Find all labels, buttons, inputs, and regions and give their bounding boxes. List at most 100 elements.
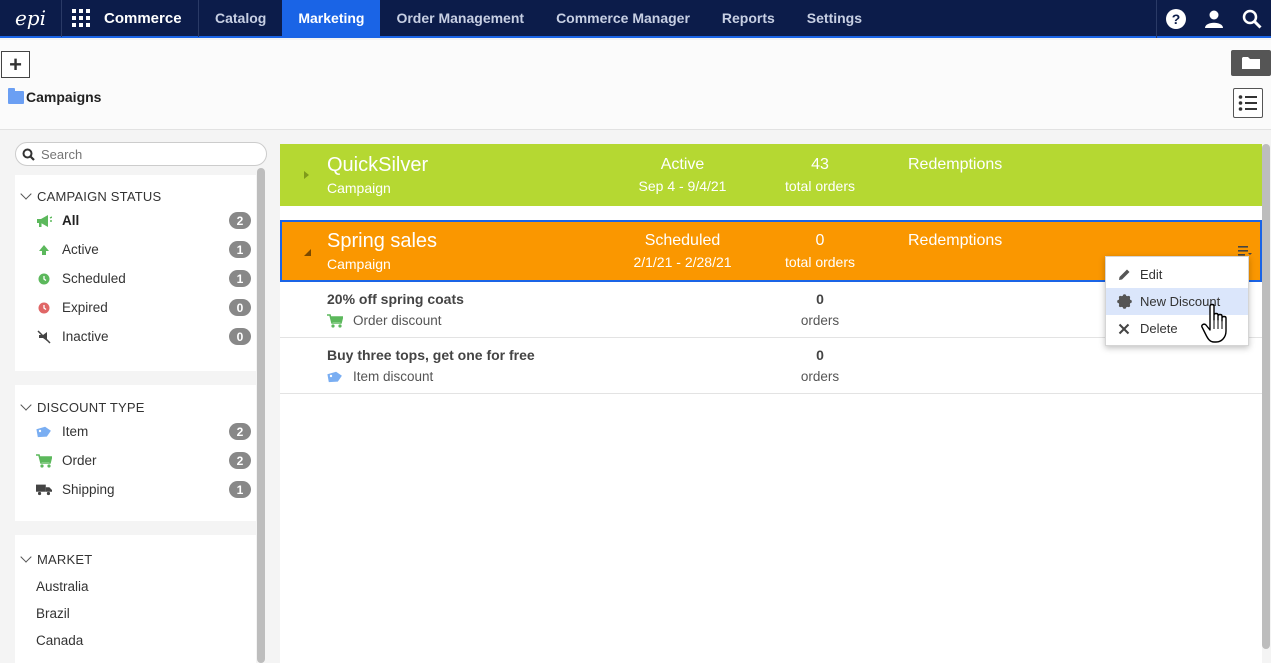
folder-icon bbox=[1242, 57, 1260, 69]
filter-market-canada[interactable]: Canada bbox=[15, 627, 256, 654]
truck-icon bbox=[36, 482, 52, 498]
search-icon bbox=[22, 148, 35, 161]
chevron-down-icon bbox=[20, 551, 32, 563]
menu-item-label: Edit bbox=[1140, 267, 1163, 282]
cart-icon bbox=[327, 313, 343, 328]
campaign-name[interactable]: QuickSilver bbox=[327, 154, 428, 177]
menu-item-edit[interactable]: Edit bbox=[1106, 261, 1248, 288]
user-icon[interactable] bbox=[1195, 0, 1233, 38]
search-box[interactable] bbox=[15, 142, 267, 166]
menu-item-label: Delete bbox=[1140, 321, 1178, 336]
breadcrumb-campaigns[interactable]: Campaigns bbox=[26, 89, 101, 105]
count-badge: 0 bbox=[229, 328, 251, 345]
discount-orders: 0 bbox=[816, 347, 824, 363]
filter-label: All bbox=[62, 213, 80, 228]
filter-type-shipping[interactable]: Shipping 1 bbox=[15, 475, 256, 504]
discount-name[interactable]: 20% off spring coats bbox=[327, 291, 464, 307]
filter-type-order[interactable]: Order 2 bbox=[15, 446, 256, 475]
discount-row[interactable]: Buy three tops, get one for free Item di… bbox=[280, 338, 1262, 394]
clock-expired-icon bbox=[36, 300, 52, 316]
campaign-orders-label: total orders bbox=[784, 254, 856, 270]
discount-orders-label: orders bbox=[800, 369, 840, 384]
filter-status-active[interactable]: Active 1 bbox=[15, 235, 256, 264]
hand-cursor-icon bbox=[1201, 303, 1227, 343]
campaign-row-quicksilver[interactable]: QuickSilver Campaign Active Sep 4 - 9/4/… bbox=[280, 144, 1262, 206]
help-icon[interactable]: ? bbox=[1157, 0, 1195, 38]
filter-status-scheduled[interactable]: Scheduled 1 bbox=[15, 264, 256, 293]
discount-type-label: Order discount bbox=[353, 313, 442, 328]
folder-view-button[interactable] bbox=[1231, 50, 1271, 76]
filter-label: Inactive bbox=[62, 329, 109, 344]
filter-status-inactive[interactable]: Inactive 0 bbox=[15, 322, 256, 351]
market-panel: MARKET Australia Brazil Canada bbox=[15, 535, 256, 663]
campaign-name[interactable]: Spring sales bbox=[327, 230, 437, 253]
campaign-redemptions: Redemptions bbox=[908, 232, 1003, 249]
clock-icon bbox=[36, 271, 52, 287]
campaign-status: Scheduled bbox=[644, 232, 721, 249]
market-title: MARKET bbox=[37, 551, 93, 567]
main-scrollbar[interactable] bbox=[1262, 144, 1270, 649]
campaign-type: Campaign bbox=[327, 256, 391, 272]
discount-name[interactable]: Buy three tops, get one for free bbox=[327, 347, 535, 363]
cart-icon bbox=[36, 453, 52, 469]
top-nav: epi Commerce Catalog Marketing Order Man… bbox=[0, 0, 1271, 38]
collapse-arrow-icon[interactable] bbox=[304, 249, 311, 256]
count-badge: 0 bbox=[229, 299, 251, 316]
chevron-down-icon bbox=[20, 188, 32, 200]
tag-icon bbox=[36, 424, 52, 440]
campaign-type: Campaign bbox=[327, 180, 391, 196]
campaign-orders: 43 bbox=[811, 156, 829, 173]
nav-right-icons: ? bbox=[1156, 0, 1271, 38]
filter-status-expired[interactable]: Expired 0 bbox=[15, 293, 256, 322]
filter-market-brazil[interactable]: Brazil bbox=[15, 600, 256, 627]
count-badge: 2 bbox=[229, 212, 251, 229]
filter-label: Order bbox=[62, 453, 97, 468]
market-header[interactable]: MARKET bbox=[15, 549, 256, 569]
epi-logo[interactable]: epi bbox=[0, 0, 62, 37]
discount-orders: 0 bbox=[816, 291, 824, 307]
discount-type-panel: DISCOUNT TYPE Item 2 Order 2 Shipping 1 bbox=[15, 385, 256, 521]
app-grid-icon[interactable] bbox=[72, 9, 90, 27]
filter-status-all[interactable]: All 2 bbox=[15, 206, 256, 235]
arrow-up-icon bbox=[36, 242, 52, 258]
nav-order-management[interactable]: Order Management bbox=[380, 0, 540, 37]
nav-settings[interactable]: Settings bbox=[791, 0, 878, 37]
count-badge: 2 bbox=[229, 452, 251, 469]
nav-commerce-manager[interactable]: Commerce Manager bbox=[540, 0, 706, 37]
campaign-status-header[interactable]: CAMPAIGN STATUS bbox=[15, 186, 256, 206]
chevron-down-icon bbox=[20, 399, 32, 411]
breadcrumb[interactable]: Campaigns bbox=[8, 87, 101, 105]
expand-arrow-icon[interactable] bbox=[304, 171, 310, 179]
campaign-orders-label: total orders bbox=[784, 178, 856, 194]
filter-label: Item bbox=[62, 424, 89, 439]
discount-type-title: DISCOUNT TYPE bbox=[37, 399, 145, 415]
campaign-redemptions: Redemptions bbox=[908, 156, 1003, 173]
filter-market-australia[interactable]: Australia bbox=[15, 573, 256, 600]
nav-marketing[interactable]: Marketing bbox=[282, 0, 381, 37]
app-name[interactable]: Commerce bbox=[104, 10, 182, 27]
campaign-status-panel: CAMPAIGN STATUS All 2 Active 1 Scheduled… bbox=[15, 175, 256, 371]
count-badge: 2 bbox=[229, 423, 251, 440]
campaign-dates: 2/1/21 - 2/28/21 bbox=[633, 254, 732, 270]
search-input[interactable] bbox=[41, 146, 251, 162]
nav-reports[interactable]: Reports bbox=[706, 0, 791, 37]
count-badge: 1 bbox=[229, 481, 251, 498]
discount-badge-icon bbox=[1116, 294, 1132, 310]
app-switcher[interactable]: Commerce bbox=[62, 0, 199, 37]
add-button[interactable]: + bbox=[1, 51, 30, 78]
filter-type-item[interactable]: Item 2 bbox=[15, 417, 256, 446]
campaign-orders: 0 bbox=[815, 232, 825, 249]
nav-catalog[interactable]: Catalog bbox=[199, 0, 282, 37]
discount-type: Item discount bbox=[327, 369, 433, 384]
filter-label: Scheduled bbox=[62, 271, 126, 286]
filter-label: Active bbox=[62, 242, 99, 257]
discount-type-header[interactable]: DISCOUNT TYPE bbox=[15, 397, 256, 417]
megaphone-icon bbox=[36, 213, 52, 229]
filter-label: Shipping bbox=[62, 482, 115, 497]
search-icon[interactable] bbox=[1233, 0, 1271, 38]
count-badge: 1 bbox=[229, 241, 251, 258]
list-view-button[interactable] bbox=[1233, 88, 1263, 118]
count-badge: 1 bbox=[229, 270, 251, 287]
tag-icon bbox=[327, 371, 343, 383]
sidebar-scrollbar[interactable] bbox=[257, 168, 265, 663]
